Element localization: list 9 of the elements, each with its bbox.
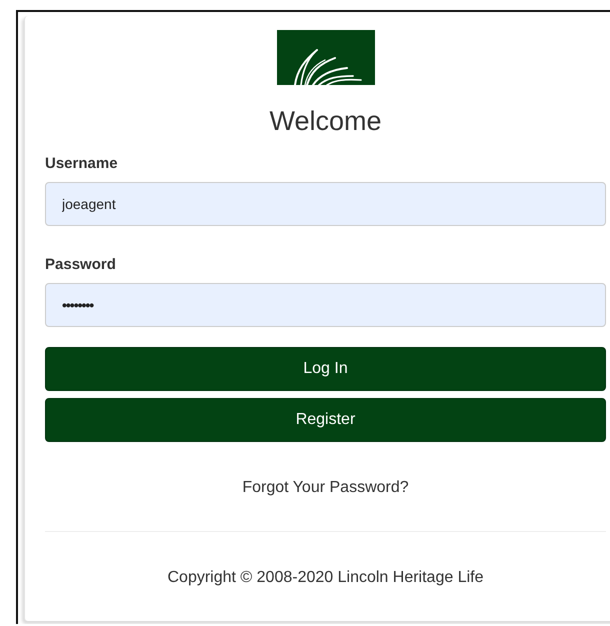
copyright-text: Copyright © 2008-2020 Lincoln Heritage Life — [166, 569, 484, 587]
forgot-password-link[interactable]: Forgot Your Password? — [242, 479, 409, 497]
field-label: Password — [45, 256, 117, 274]
field-label: Username — [45, 155, 119, 173]
login-button[interactable]: Log In — [45, 347, 606, 391]
register-button[interactable]: Register — [45, 398, 606, 442]
password-field[interactable]: •••••••• — [45, 283, 606, 327]
welcome-title: Welcome — [268, 105, 383, 137]
username-field[interactable]: joeagent — [45, 182, 606, 226]
